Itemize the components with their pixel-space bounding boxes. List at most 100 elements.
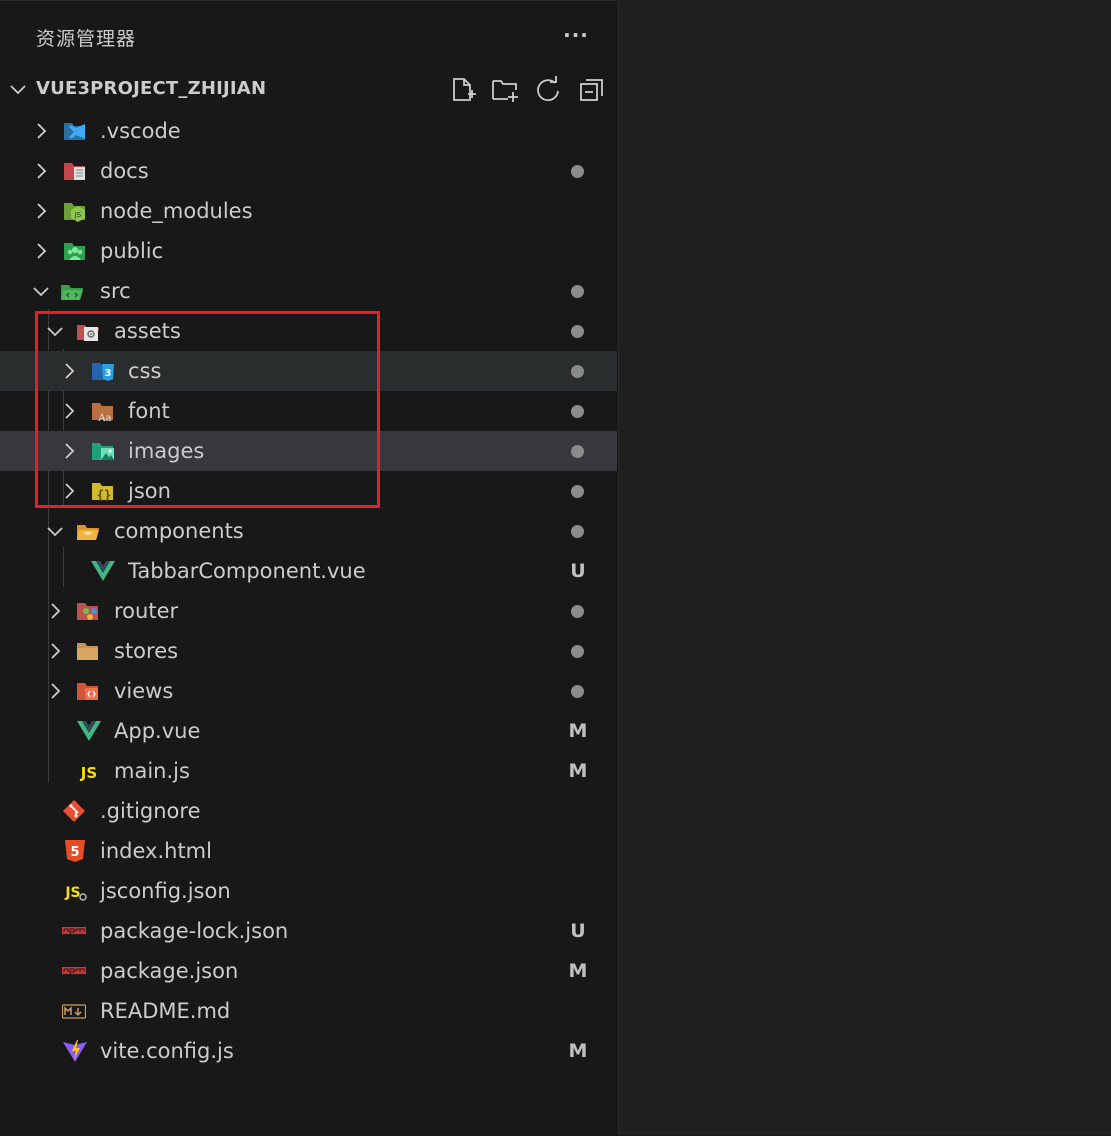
js-file-icon: JS <box>80 764 97 782</box>
tree-item-assets[interactable]: assets <box>0 311 617 351</box>
git-status-badge: M <box>568 1040 588 1062</box>
tree-item-views[interactable]: views <box>0 671 617 711</box>
status-dot <box>571 645 584 658</box>
font-folder-icon: Aa <box>92 403 113 422</box>
chevron-down-icon <box>47 527 63 537</box>
jsconfig-file-icon: JS <box>64 885 87 901</box>
status-dot <box>571 525 584 538</box>
tree-item-label: vite.config.js <box>100 1039 234 1063</box>
chevron-right-icon <box>37 243 47 259</box>
chevron-right-icon <box>65 483 75 499</box>
tree-item-tabbar-component[interactable]: TabbarComponent.vue U <box>0 551 617 591</box>
tree-item-label: App.vue <box>114 719 201 743</box>
git-status-badge: M <box>568 720 588 742</box>
tree-item-vscode[interactable]: .vscode <box>0 111 617 151</box>
tree-item-label: .vscode <box>100 119 181 143</box>
chevron-right-icon <box>65 443 75 459</box>
docs-folder-icon <box>64 163 85 180</box>
svg-text:Aa: Aa <box>97 413 111 422</box>
stores-folder-icon <box>77 643 98 660</box>
vue-file-icon <box>91 561 115 581</box>
vite-file-icon <box>63 1040 87 1062</box>
tree-item-gitignore[interactable]: .gitignore <box>0 791 617 831</box>
tree-item-label: README.md <box>100 999 231 1023</box>
status-dot <box>571 165 584 178</box>
node-folder-icon: JS <box>64 203 85 222</box>
tree-item-node-modules[interactable]: JS node_modules <box>0 191 617 231</box>
status-dot <box>571 485 584 498</box>
tree-item-index-html[interactable]: 5 index.html <box>0 831 617 871</box>
new-file-icon[interactable] <box>448 75 478 105</box>
src-folder-icon <box>61 285 83 300</box>
tree-item-label: font <box>128 399 170 423</box>
tree-item-vite-config[interactable]: vite.config.js M <box>0 1031 617 1071</box>
tree-item-label: public <box>100 239 164 263</box>
tree-item-label: jsconfig.json <box>100 879 231 903</box>
tree-item-label: package-lock.json <box>100 919 289 943</box>
chevron-down-icon <box>47 327 63 337</box>
tree-item-src[interactable]: src <box>0 271 617 311</box>
tree-item-readme[interactable]: README.md <box>0 991 617 1031</box>
tree-item-label: assets <box>114 319 181 343</box>
git-status-badge: U <box>570 560 586 582</box>
tree-item-package-json[interactable]: package.json M <box>0 951 617 991</box>
tree-item-label: TabbarComponent.vue <box>128 559 366 583</box>
collapse-all-icon[interactable] <box>577 75 607 105</box>
tree-item-images[interactable]: images <box>0 431 617 471</box>
tree-item-label: router <box>114 599 179 623</box>
svg-text:{}: {} <box>97 488 111 502</box>
tree-item-css[interactable]: 3 css <box>0 351 617 391</box>
editor-area <box>618 0 1111 1135</box>
tree-item-label: node_modules <box>100 199 253 223</box>
tree-item-docs[interactable]: docs <box>0 151 617 191</box>
status-dot <box>571 445 584 458</box>
tree-item-label: .gitignore <box>100 799 201 823</box>
chevron-right-icon <box>51 603 61 619</box>
tree-item-router[interactable]: router <box>0 591 617 631</box>
tree-item-json[interactable]: {} json <box>0 471 617 511</box>
tree-item-stores[interactable]: stores <box>0 631 617 671</box>
status-dot <box>571 285 584 298</box>
status-dot <box>571 405 584 418</box>
tree-item-label: stores <box>114 639 179 663</box>
tree-item-label: json <box>128 479 171 503</box>
more-actions-button[interactable]: ··· <box>560 23 592 53</box>
refresh-icon[interactable] <box>533 75 563 105</box>
svg-text:JS: JS <box>64 885 80 901</box>
status-dot <box>571 325 584 338</box>
tree-item-main-js[interactable]: JS main.js M <box>0 751 617 791</box>
tree-item-label: docs <box>100 159 149 183</box>
vue-file-icon <box>77 721 101 741</box>
chevron-right-icon <box>37 203 47 219</box>
views-folder-icon <box>77 683 98 700</box>
status-dot <box>571 685 584 698</box>
npm-file-icon <box>62 967 86 974</box>
tree-item-package-lock[interactable]: package-lock.json U <box>0 911 617 951</box>
workspace-section-header[interactable]: VUE3PROJECT_ZHIJIAN <box>0 69 617 109</box>
public-folder-icon <box>64 243 85 260</box>
panel-title: 资源管理器 <box>36 28 137 50</box>
components-folder-icon <box>77 525 99 540</box>
vscode-folder-icon <box>64 123 85 140</box>
tree-item-public[interactable]: public <box>0 231 617 271</box>
git-status-badge: M <box>568 960 588 982</box>
workspace-title: VUE3PROJECT_ZHIJIAN <box>36 78 267 99</box>
tree-item-label: images <box>128 439 205 463</box>
svg-text:3: 3 <box>105 368 112 379</box>
markdown-file-icon <box>62 1004 86 1019</box>
json-folder-icon: {} <box>92 483 113 502</box>
tree-item-components[interactable]: components <box>0 511 617 551</box>
git-status-badge: U <box>570 920 586 942</box>
chevron-right-icon <box>51 683 61 699</box>
tree-item-app-vue[interactable]: App.vue M <box>0 711 617 751</box>
css-folder-icon: 3 <box>92 363 114 381</box>
svg-text:JS: JS <box>80 764 97 782</box>
tree-item-font[interactable]: Aa font <box>0 391 617 431</box>
tree-item-label: css <box>128 359 162 383</box>
svg-text:5: 5 <box>70 845 79 860</box>
tree-item-label: main.js <box>114 759 190 783</box>
router-folder-icon <box>77 603 98 620</box>
new-folder-icon[interactable] <box>490 75 520 105</box>
chevron-down-icon <box>33 287 49 297</box>
tree-item-jsconfig[interactable]: JS jsconfig.json <box>0 871 617 911</box>
